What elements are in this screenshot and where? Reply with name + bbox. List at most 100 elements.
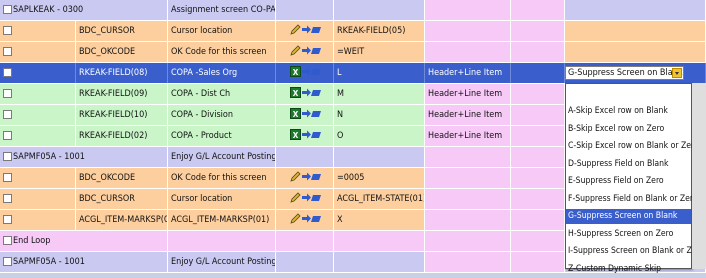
dropdown-option[interactable]: F-Suppress Field on Blank or Zero xyxy=(566,192,698,207)
source-type: Header+Line Item xyxy=(425,84,511,104)
field-description: COPA -Sales Org xyxy=(168,63,276,83)
excel-arrow-icon[interactable]: X xyxy=(290,108,323,125)
icon-cell[interactable] xyxy=(276,21,334,41)
blank-cell xyxy=(10,84,76,104)
vertical-scrollbar[interactable] xyxy=(692,83,706,269)
extra-cell xyxy=(511,0,565,20)
field-name: RKEAK-FIELD(02) xyxy=(76,126,168,146)
dropdown-option[interactable]: E-Suppress Field on Zero xyxy=(566,174,691,189)
dropdown-option[interactable]: Z-Custom Dynamic Skip xyxy=(566,262,691,277)
arrow-right-icon xyxy=(302,130,321,139)
extra-cell xyxy=(511,63,565,83)
extra-cell xyxy=(511,231,565,251)
source-type xyxy=(425,210,511,230)
excel-arrow-icon[interactable]: X xyxy=(290,129,323,146)
skip-rule-dropdown-list[interactable]: A-Skip Excel row on Blank B-Skip Excel ro… xyxy=(565,83,704,274)
dropdown-option[interactable]: A-Skip Excel row on Blank xyxy=(566,104,691,119)
source-type xyxy=(425,21,511,41)
blank-cell xyxy=(10,189,76,209)
excel-icon: X xyxy=(290,129,301,140)
source-cell xyxy=(425,252,511,272)
source-cell xyxy=(425,147,511,167)
icon-cell[interactable] xyxy=(276,168,334,188)
value-cell xyxy=(334,231,425,251)
screen-description: Enjoy G/L Account Posting xyxy=(168,252,276,272)
icon-cell xyxy=(276,231,334,251)
field-description: COPA - Division xyxy=(168,105,276,125)
field-description: ACGL_ITEM-MARKSP(01) xyxy=(168,210,276,230)
field-name: BDC_CURSOR xyxy=(76,189,168,209)
field-description: Cursor location xyxy=(168,189,276,209)
field-description: Cursor location xyxy=(168,21,276,41)
field-row[interactable]: RKEAK-FIELD(08) COPA -Sales Org X L Header+L… xyxy=(0,63,706,84)
arrow-right-icon xyxy=(302,172,321,181)
field-value: =0005 xyxy=(334,168,425,188)
skip-rule-select[interactable]: G-Suppress Screen on Blank xyxy=(565,66,684,80)
field-value: ACGL_ITEM-STATE(01) xyxy=(334,189,425,209)
dropdown-option[interactable]: B-Skip Excel row on Zero xyxy=(566,122,691,137)
blank-cell xyxy=(10,168,76,188)
dropdown-option[interactable]: D-Suppress Field on Blank xyxy=(566,157,691,172)
pencil-arrow-icon[interactable] xyxy=(290,24,323,41)
excel-icon: X xyxy=(290,66,301,77)
extra-cell xyxy=(511,252,565,272)
skip-rule-cell[interactable] xyxy=(565,42,706,62)
blank-cell xyxy=(10,105,76,125)
source-type xyxy=(425,42,511,62)
arrow-right-icon xyxy=(302,25,321,34)
excel-icon: X xyxy=(290,87,301,98)
arrow-right-icon xyxy=(302,67,321,76)
source-cell xyxy=(425,231,511,251)
pencil-icon xyxy=(290,24,301,35)
pencil-icon xyxy=(290,171,301,182)
skip-rule-cell xyxy=(565,0,706,20)
source-type xyxy=(425,189,511,209)
dropdown-option[interactable]: C-Skip Excel row on Blank or Zero xyxy=(566,139,699,154)
icon-cell[interactable]: X xyxy=(276,105,334,125)
dropdown-option[interactable]: I-Suppress Screen on Blank or Zero xyxy=(566,244,704,259)
chevron-down-icon[interactable] xyxy=(672,68,682,78)
pencil-icon xyxy=(290,45,301,56)
skip-rule-cell[interactable] xyxy=(565,21,706,41)
excel-icon: X xyxy=(290,108,301,119)
field-value: RKEAK-FIELD(05) xyxy=(334,21,425,41)
pencil-arrow-icon[interactable] xyxy=(290,213,323,230)
field-name: RKEAK-FIELD(08) xyxy=(76,63,168,83)
field-description: COPA - Dist Ch xyxy=(168,84,276,104)
extra-cell xyxy=(511,105,565,125)
source-type: Header+Line Item xyxy=(425,63,511,83)
dropdown-option[interactable]: H-Suppress Screen on Zero xyxy=(566,227,691,242)
excel-arrow-icon[interactable]: X xyxy=(290,66,323,83)
skip-rule-selected-value: G-Suppress Screen on Blank xyxy=(568,68,683,78)
pencil-arrow-icon[interactable] xyxy=(290,45,323,62)
source-cell xyxy=(425,0,511,20)
field-name: RKEAK-FIELD(09) xyxy=(76,84,168,104)
program-screen-label: SAPLKEAK - 0300 xyxy=(10,0,168,20)
dropdown-option[interactable]: G-Suppress Screen on Blank xyxy=(566,209,691,224)
excel-arrow-icon[interactable]: X xyxy=(290,87,323,104)
screen-header-row[interactable]: SAPLKEAK - 0300 Assignment screen CO-PA xyxy=(0,0,706,21)
pencil-icon xyxy=(290,192,301,203)
field-row[interactable]: BDC_CURSOR Cursor location RKEAK-FIELD(05) xyxy=(0,21,706,42)
pencil-arrow-icon[interactable] xyxy=(290,171,323,188)
field-value: X xyxy=(334,210,425,230)
icon-cell[interactable]: X xyxy=(276,84,334,104)
field-row[interactable]: BDC_OKCODE OK Code for this screen =WEIT xyxy=(0,42,706,63)
screen-description xyxy=(168,231,276,251)
program-screen-label: SAPMF05A - 1001 xyxy=(10,252,168,272)
icon-cell[interactable] xyxy=(276,210,334,230)
icon-cell[interactable] xyxy=(276,189,334,209)
pencil-arrow-icon[interactable] xyxy=(290,192,323,209)
icon-cell[interactable] xyxy=(276,42,334,62)
extra-cell xyxy=(511,189,565,209)
arrow-right-icon xyxy=(302,109,321,118)
source-type: Header+Line Item xyxy=(425,126,511,146)
extra-cell xyxy=(511,147,565,167)
field-description: OK Code for this screen xyxy=(168,42,276,62)
icon-cell[interactable]: X xyxy=(276,126,334,146)
icon-cell xyxy=(276,252,334,272)
screen-description: Assignment screen CO-PA xyxy=(168,0,276,20)
extra-cell xyxy=(511,168,565,188)
icon-cell[interactable]: X xyxy=(276,63,334,83)
field-value: O xyxy=(334,126,425,146)
